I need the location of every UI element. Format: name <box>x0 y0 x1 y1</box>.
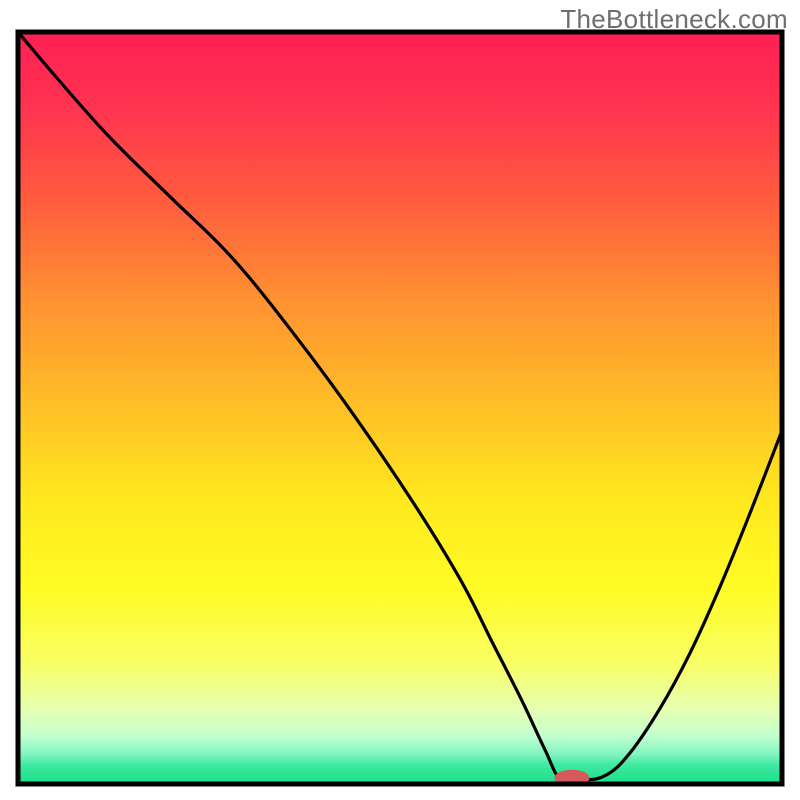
bottleneck-chart <box>0 0 800 800</box>
chart-container: TheBottleneck.com <box>0 0 800 800</box>
watermark-text: TheBottleneck.com <box>560 4 788 35</box>
gradient-background <box>18 32 782 784</box>
